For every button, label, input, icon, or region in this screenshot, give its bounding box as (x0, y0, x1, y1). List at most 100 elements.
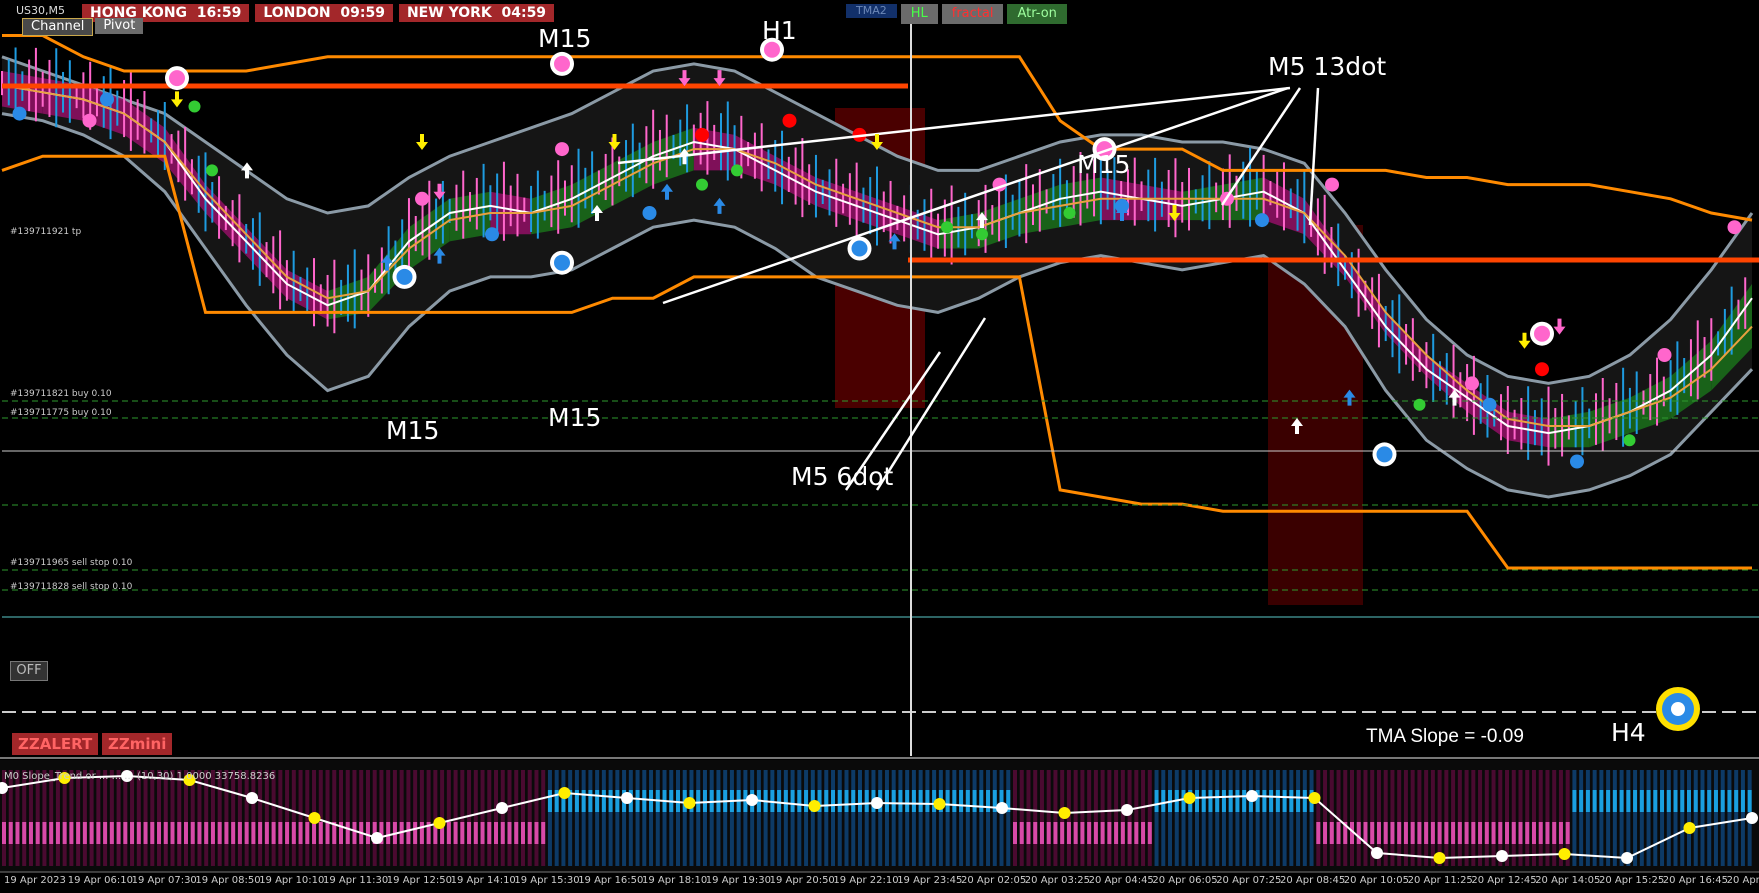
oscillator-bar-bg (1619, 770, 1624, 866)
oscillator-bar-bg (1363, 770, 1368, 866)
oscillator-bar (386, 822, 391, 844)
x-tick-label: 19 Apr 12:50 (386, 875, 452, 886)
oscillator-bar (635, 790, 640, 812)
oscillator-bar (1053, 822, 1058, 844)
oscillator-bar (1579, 790, 1584, 812)
oscillator-bar-bg (642, 770, 647, 866)
oscillator-bar-bg (938, 770, 943, 866)
oscillator-dot (1183, 792, 1196, 804)
oscillator-bar-bg (244, 770, 249, 866)
oscillator-bar-bg (581, 770, 586, 866)
toggle-fractal[interactable]: fractal (941, 4, 1004, 24)
oscillator-bar-bg (278, 770, 283, 866)
x-tick-label: 20 Apr 06:05 (1152, 875, 1218, 886)
oscillator-bar-bg (844, 770, 849, 866)
oscillator-bar-bg (723, 770, 728, 866)
oscillator-bar-bg (386, 770, 391, 866)
oscillator-bar-bg (298, 770, 303, 866)
order-label: #139711965 sell stop 0.10 (10, 558, 133, 568)
oscillator-bar (1747, 790, 1752, 812)
oscillator-bar-bg (1518, 770, 1523, 866)
zzmini-button[interactable]: ZZmini (102, 733, 173, 755)
oscillator-bar-bg (682, 770, 687, 866)
oscillator-bar-bg (419, 770, 424, 866)
oscillator-bar-bg (1687, 770, 1691, 866)
oscillator-bar (1531, 822, 1536, 844)
off-button[interactable]: OFF (10, 661, 48, 681)
oscillator-bar-bg (871, 770, 876, 866)
oscillator-bar-bg (1053, 770, 1058, 866)
oscillator-bar-bg (35, 770, 40, 866)
oscillator-bar-bg (689, 770, 694, 866)
oscillator-bar-bg (1242, 770, 1247, 866)
x-tick-label: 19 Apr 23:45 (897, 875, 963, 886)
oscillator-bar-bg (527, 770, 532, 866)
signal-dot (100, 92, 114, 107)
oscillator-bar-bg (1080, 770, 1085, 866)
signal-dot (782, 113, 797, 128)
oscillator-dot (496, 802, 508, 814)
oscillator-bar-bg (42, 770, 47, 866)
tab-pivot[interactable]: Pivot (95, 18, 144, 34)
oscillator-bar (244, 822, 249, 844)
oscillator-bar (446, 822, 451, 844)
oscillator-bar (305, 822, 310, 844)
x-tick-label: 19 Apr 06:10 (67, 875, 133, 886)
oscillator-bar-bg (1606, 770, 1611, 866)
oscillator-bar-bg (473, 770, 478, 866)
x-tick-label: 20 Apr 14:05 (1535, 875, 1601, 886)
oscillator-bar (1026, 822, 1031, 844)
x-tick-label: 20 Apr 07:25 (1216, 875, 1282, 886)
toggle-hl[interactable]: HL (900, 4, 938, 24)
oscillator-bar-bg (756, 770, 761, 866)
oscillator-bar (1565, 822, 1570, 844)
oscillator-bar-bg (568, 770, 573, 866)
toggle-tma2[interactable]: TMA2 (846, 4, 897, 18)
oscillator-bar (1633, 790, 1638, 812)
oscillator-bar-bg (635, 770, 640, 866)
oscillator-dot (683, 797, 696, 809)
oscillator-bar (1093, 822, 1098, 844)
oscillator-bar-bg (379, 770, 384, 866)
signal-dot (1657, 348, 1672, 362)
oscillator-bar (986, 790, 991, 812)
x-tick-label: 20 Apr 08:45 (1280, 875, 1346, 886)
signal-dot (485, 227, 499, 242)
oscillator-bar-bg (291, 770, 296, 866)
oscillator-bar (1525, 822, 1530, 844)
oscillator-bar (797, 790, 802, 812)
oscillator-bar-bg (130, 770, 135, 866)
oscillator-bar-bg (1114, 770, 1119, 866)
x-tick-label: 20 Apr 04:45 (1088, 875, 1154, 886)
oscillator-bar (952, 790, 957, 812)
oscillator-bar-bg (1397, 770, 1402, 866)
oscillator-bar (1538, 822, 1543, 844)
oscillator-bar-bg (1585, 770, 1590, 866)
toggle-atr-on[interactable]: Atr-on (1007, 4, 1067, 24)
oscillator-bar (1141, 822, 1146, 844)
oscillator-bar-bg (864, 770, 869, 866)
oscillator-bar (520, 822, 525, 844)
oscillator-bar (837, 790, 842, 812)
oscillator-bar-bg (662, 770, 667, 866)
oscillator-bar (1370, 822, 1375, 844)
oscillator-dot (1433, 852, 1446, 864)
oscillator-bar (35, 822, 40, 844)
tab-channel[interactable]: Channel (22, 18, 94, 36)
oscillator-bar-bg (696, 770, 701, 866)
oscillator-bar-bg (1141, 770, 1146, 866)
oscillator-bar-bg (217, 770, 222, 866)
oscillator-bar (831, 790, 836, 812)
oscillator-bar-bg (231, 770, 236, 866)
oscillator-bar (278, 822, 283, 844)
oscillator-bar-bg (500, 770, 505, 866)
oscillator-bar (1558, 822, 1563, 844)
oscillator-bar (1585, 790, 1590, 812)
oscillator-bar-bg (851, 770, 856, 866)
oscillator-bar (1693, 790, 1698, 812)
zzalert-button[interactable]: ZZALERT (12, 733, 99, 755)
oscillator-bar-bg (1653, 770, 1658, 866)
oscillator-bar (49, 822, 54, 844)
oscillator-bar (1734, 790, 1739, 812)
oscillator-bar-bg (365, 770, 370, 866)
